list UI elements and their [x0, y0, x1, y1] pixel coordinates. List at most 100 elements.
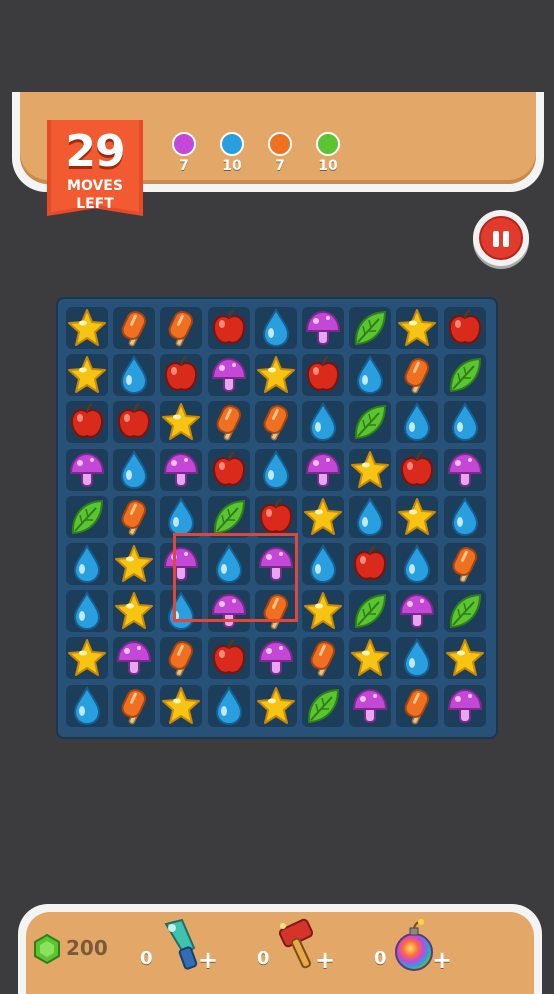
- drop-piece-icon[interactable]: [206, 683, 252, 729]
- goal-count: 10: [318, 158, 338, 174]
- leaf-piece-icon[interactable]: [347, 588, 393, 634]
- leaf-piece-icon[interactable]: [347, 305, 393, 351]
- apple-piece-icon[interactable]: [347, 541, 393, 587]
- star-piece-icon[interactable]: [64, 305, 110, 351]
- booster-count: 0: [140, 948, 153, 969]
- drop-piece-icon[interactable]: [347, 352, 393, 398]
- popsicle-piece-icon[interactable]: [111, 305, 157, 351]
- mushroom-piece-icon[interactable]: [300, 305, 346, 351]
- moves-label-1: MOVES: [67, 178, 123, 194]
- add-booster-icon[interactable]: +: [198, 946, 218, 974]
- star-piece-icon[interactable]: [158, 683, 204, 729]
- popsicle-piece-icon[interactable]: [394, 352, 440, 398]
- game-board: [58, 299, 496, 737]
- drop-piece-icon[interactable]: [347, 494, 393, 540]
- apple-piece-icon[interactable]: [111, 399, 157, 445]
- leaf-piece-icon[interactable]: [442, 588, 488, 634]
- booster-count: 0: [257, 948, 270, 969]
- popsicle-piece-icon[interactable]: [111, 683, 157, 729]
- drop-piece-icon[interactable]: [394, 541, 440, 587]
- pause-button[interactable]: [473, 210, 529, 266]
- popsicle-piece-icon[interactable]: [300, 635, 346, 681]
- booster-count: 0: [374, 948, 387, 969]
- selection-highlight: [173, 533, 298, 622]
- star-piece-icon[interactable]: [347, 635, 393, 681]
- popsicle-piece-icon[interactable]: [206, 399, 252, 445]
- booster-bomb[interactable]: 0 +: [374, 918, 454, 978]
- apple-piece-icon[interactable]: [442, 305, 488, 351]
- popsicle-piece-icon[interactable]: [442, 541, 488, 587]
- add-booster-icon[interactable]: +: [432, 946, 452, 974]
- drop-piece-icon[interactable]: [64, 588, 110, 634]
- drop-piece-icon[interactable]: [111, 352, 157, 398]
- leaf-piece-icon[interactable]: [347, 399, 393, 445]
- apple-piece-icon[interactable]: [394, 447, 440, 493]
- drop-piece-icon[interactable]: [442, 494, 488, 540]
- star-piece-icon[interactable]: [64, 635, 110, 681]
- leaf-piece-icon[interactable]: [64, 494, 110, 540]
- mushroom-piece-icon[interactable]: [442, 683, 488, 729]
- mushroom-piece-icon[interactable]: [64, 447, 110, 493]
- popsicle-piece-icon[interactable]: [111, 494, 157, 540]
- leaf-piece-icon[interactable]: [442, 352, 488, 398]
- drop-piece-icon[interactable]: [253, 447, 299, 493]
- star-piece-icon[interactable]: [394, 305, 440, 351]
- add-booster-icon[interactable]: +: [315, 946, 335, 974]
- booster-blaster[interactable]: 0 +: [140, 918, 220, 978]
- star-piece-icon[interactable]: [253, 352, 299, 398]
- gem-count: 200: [66, 936, 108, 960]
- apple-piece-icon[interactable]: [206, 305, 252, 351]
- popsicle-piece-icon[interactable]: [158, 305, 204, 351]
- drop-piece-icon[interactable]: [253, 305, 299, 351]
- moves-label-2: LEFT: [76, 196, 114, 212]
- star-piece-icon[interactable]: [64, 352, 110, 398]
- goal-leaf: 10: [304, 132, 352, 174]
- goals-bar: 7 10 7 10: [160, 132, 352, 174]
- star-piece-icon[interactable]: [442, 635, 488, 681]
- drop-piece-icon[interactable]: [300, 399, 346, 445]
- star-piece-icon[interactable]: [300, 588, 346, 634]
- star-piece-icon[interactable]: [111, 588, 157, 634]
- mushroom-piece-icon[interactable]: [347, 683, 393, 729]
- apple-piece-icon[interactable]: [158, 352, 204, 398]
- star-piece-icon[interactable]: [253, 683, 299, 729]
- popsicle-goal-icon: [268, 132, 292, 156]
- star-piece-icon[interactable]: [394, 494, 440, 540]
- drop-piece-icon[interactable]: [394, 399, 440, 445]
- popsicle-piece-icon[interactable]: [394, 683, 440, 729]
- pause-bar-left: [493, 231, 499, 247]
- popsicle-piece-icon[interactable]: [253, 399, 299, 445]
- goal-count: 7: [275, 158, 285, 174]
- popsicle-piece-icon[interactable]: [158, 635, 204, 681]
- goal-count: 7: [179, 158, 189, 174]
- apple-piece-icon[interactable]: [206, 635, 252, 681]
- mushroom-piece-icon[interactable]: [206, 352, 252, 398]
- star-piece-icon[interactable]: [111, 541, 157, 587]
- drop-piece-icon[interactable]: [394, 635, 440, 681]
- leaf-piece-icon[interactable]: [300, 683, 346, 729]
- mushroom-piece-icon[interactable]: [394, 588, 440, 634]
- mushroom-piece-icon[interactable]: [253, 635, 299, 681]
- drop-piece-icon[interactable]: [64, 541, 110, 587]
- pause-bar-right: [503, 231, 509, 247]
- drop-piece-icon[interactable]: [442, 399, 488, 445]
- mushroom-piece-icon[interactable]: [300, 447, 346, 493]
- mushroom-piece-icon[interactable]: [442, 447, 488, 493]
- drop-piece-icon[interactable]: [111, 447, 157, 493]
- mushroom-piece-icon[interactable]: [158, 447, 204, 493]
- goal-mushroom: 7: [160, 132, 208, 174]
- apple-piece-icon[interactable]: [64, 399, 110, 445]
- drop-piece-icon[interactable]: [64, 683, 110, 729]
- leaf-goal-icon: [316, 132, 340, 156]
- moves-badge: 29 MOVES LEFT: [47, 120, 143, 224]
- star-piece-icon[interactable]: [158, 399, 204, 445]
- apple-piece-icon[interactable]: [206, 447, 252, 493]
- apple-piece-icon[interactable]: [300, 352, 346, 398]
- drop-piece-icon[interactable]: [300, 541, 346, 587]
- goal-count: 10: [222, 158, 242, 174]
- mushroom-piece-icon[interactable]: [111, 635, 157, 681]
- booster-hammer[interactable]: 0 +: [257, 918, 337, 978]
- moves-count: 29: [65, 126, 125, 177]
- star-piece-icon[interactable]: [347, 447, 393, 493]
- star-piece-icon[interactable]: [300, 494, 346, 540]
